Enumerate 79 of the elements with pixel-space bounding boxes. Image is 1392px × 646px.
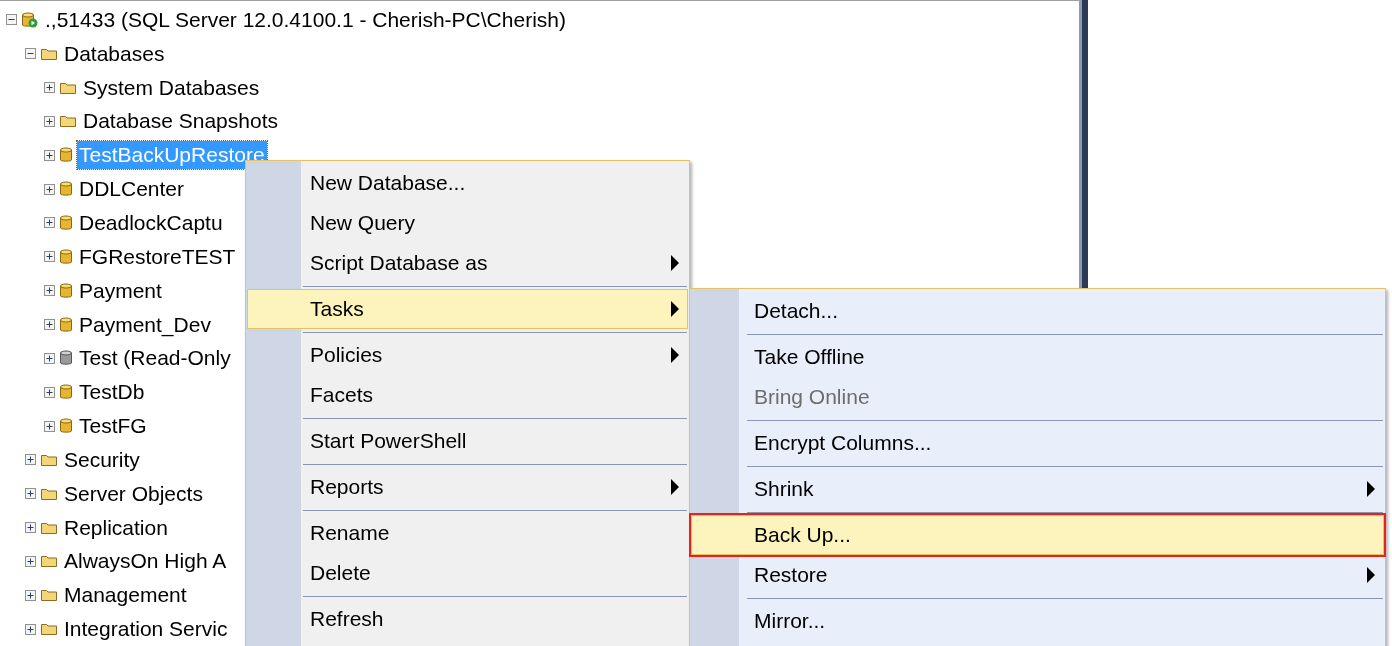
menu-item[interactable]: Take Offline	[691, 337, 1384, 377]
tree-item[interactable]: Replication	[62, 513, 170, 542]
folder-icon	[41, 487, 57, 500]
menu-item[interactable]: Restore	[691, 555, 1384, 595]
collapse-icon[interactable]	[6, 14, 17, 26]
menu-item[interactable]: Delete	[247, 553, 688, 593]
tree-item[interactable]: Server Objects	[62, 479, 205, 508]
database-icon	[60, 384, 72, 401]
menu-item[interactable]: Rename	[247, 513, 688, 553]
menu-item[interactable]: Policies	[247, 335, 688, 375]
expand-icon[interactable]	[25, 454, 36, 466]
tree-item[interactable]: Security	[62, 445, 142, 474]
expand-icon[interactable]	[25, 623, 36, 635]
folder-icon	[60, 81, 76, 94]
menu-item[interactable]: Reports	[247, 467, 688, 507]
database-icon	[60, 316, 72, 333]
database-icon	[60, 248, 72, 265]
expand-icon[interactable]	[44, 352, 55, 364]
expand-icon[interactable]	[44, 183, 55, 195]
expand-icon[interactable]	[25, 488, 36, 500]
submenu-arrow-icon	[671, 347, 679, 363]
menu-item[interactable]: Encrypt Columns...	[691, 423, 1384, 463]
tree-item[interactable]: Payment	[77, 276, 164, 305]
menu-item[interactable]: Detach...	[691, 291, 1384, 331]
expand-icon[interactable]	[44, 115, 55, 127]
database-icon	[60, 418, 72, 435]
expand-icon[interactable]	[44, 82, 55, 94]
folder-icon	[41, 47, 57, 60]
tree-item[interactable]: Database Snapshots	[81, 107, 280, 136]
expand-icon[interactable]	[44, 217, 55, 229]
expand-icon[interactable]	[25, 589, 36, 601]
tree-item[interactable]: DDLCenter	[77, 175, 187, 204]
menu-item[interactable]: Refresh	[247, 599, 688, 639]
expand-icon[interactable]	[44, 319, 55, 330]
tree-item[interactable]: TestDb	[77, 378, 147, 407]
database-icon	[60, 215, 72, 231]
database-icon	[60, 147, 72, 164]
expand-icon[interactable]	[25, 555, 36, 567]
submenu-arrow-icon	[671, 479, 679, 495]
folder-icon	[41, 555, 57, 568]
menu-item[interactable]: Start PowerShell	[247, 421, 688, 461]
database-icon	[60, 350, 72, 367]
tree-item[interactable]: Integration Servic	[62, 615, 230, 644]
database-server-icon	[22, 11, 38, 28]
tree-item[interactable]: DeadlockCaptu	[77, 209, 225, 237]
menu-item[interactable]: Script Database as	[247, 243, 688, 283]
expand-icon[interactable]	[44, 386, 55, 398]
tree-item[interactable]: FGRestoreTEST	[77, 242, 238, 271]
menu-item[interactable]: Back Up...	[691, 515, 1384, 555]
expand-icon[interactable]	[25, 522, 36, 534]
folder-icon	[60, 115, 76, 128]
menu-item[interactable]: Tasks	[247, 289, 688, 329]
tree-item[interactable]: .,51433 (SQL Server 12.0.4100.1 - Cherish-PC\Cherish)	[43, 5, 568, 34]
menu-item[interactable]: Mirror...	[691, 601, 1384, 641]
expand-icon[interactable]	[44, 251, 55, 263]
submenu-arrow-icon	[1367, 481, 1375, 497]
database-icon	[60, 181, 72, 198]
tree-item[interactable]: Management	[62, 581, 189, 610]
collapse-icon[interactable]	[25, 48, 36, 60]
tree-item[interactable]: Databases	[62, 39, 167, 68]
expand-icon[interactable]	[44, 149, 55, 161]
submenu-arrow-icon	[671, 301, 679, 317]
tree-item[interactable]: TestFG	[77, 412, 149, 441]
tree-item[interactable]: Test (Read-Only	[77, 344, 233, 373]
folder-icon	[41, 623, 57, 636]
expand-icon[interactable]	[44, 420, 55, 432]
submenu-arrow-icon	[671, 255, 679, 271]
submenu-arrow-icon	[1367, 567, 1375, 583]
menu-item[interactable]: Facets	[247, 375, 688, 415]
menu-item[interactable]: New Query	[247, 203, 688, 243]
expand-icon[interactable]	[44, 285, 55, 297]
tree-item[interactable]: Payment_Dev	[77, 310, 213, 339]
tree-item[interactable]: AlwaysOn High A	[62, 547, 229, 576]
menu-item[interactable]: Shrink	[691, 469, 1384, 509]
folder-icon	[41, 453, 57, 466]
database-icon	[60, 282, 72, 299]
tree-item[interactable]: System Databases	[81, 73, 262, 102]
folder-icon	[41, 521, 57, 534]
folder-icon	[41, 589, 57, 602]
